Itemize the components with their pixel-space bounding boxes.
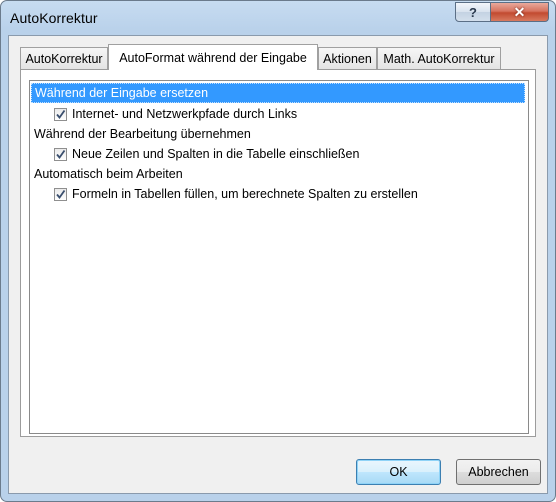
group-header-waehrend-eingabe[interactable]: Während der Eingabe ersetzen xyxy=(31,83,525,103)
options-list[interactable]: Während der Eingabe ersetzen Internet- u… xyxy=(29,80,529,434)
option-neue-zeilen-spalten[interactable]: Neue Zeilen und Spalten in die Tabelle e… xyxy=(54,144,359,164)
group-header-label: Während der Eingabe ersetzen xyxy=(35,86,209,100)
checkmark-icon xyxy=(56,189,66,199)
tab-aktionen[interactable]: Aktionen xyxy=(318,47,377,69)
tab-math-autokorrektur[interactable]: Math. AutoKorrektur xyxy=(377,47,501,69)
tab-label: AutoFormat während der Eingabe xyxy=(119,50,307,65)
checkbox-neue-zeilen-spalten[interactable] xyxy=(54,147,67,161)
tab-label: Math. AutoKorrektur xyxy=(383,51,495,66)
window-title: AutoKorrektur xyxy=(10,10,98,26)
checkmark-icon xyxy=(56,149,66,159)
checkmark-icon xyxy=(56,109,66,119)
help-button[interactable]: ? xyxy=(455,2,491,22)
option-formeln-fuellen[interactable]: Formeln in Tabellen füllen, um berechnet… xyxy=(54,184,418,204)
tab-autoformat-waehrend-eingabe[interactable]: AutoFormat während der Eingabe xyxy=(108,44,318,70)
title-bar[interactable]: AutoKorrektur ? ✕ xyxy=(1,1,555,35)
checkbox-formeln-fuellen[interactable] xyxy=(54,187,67,201)
option-label: Formeln in Tabellen füllen, um berechnet… xyxy=(72,187,418,201)
group-header-waehrend-bearbeitung[interactable]: Während der Bearbeitung übernehmen xyxy=(31,124,525,144)
tab-label: Aktionen xyxy=(323,51,372,66)
tab-autokorrektur[interactable]: AutoKorrektur xyxy=(20,47,108,69)
close-button[interactable]: ✕ xyxy=(490,2,549,22)
option-label: Internet- und Netzwerkpfade durch Links xyxy=(72,107,298,121)
option-internet-pfade[interactable]: Internet- und Netzwerkpfade durch Links xyxy=(54,104,297,124)
group-header-automatisch[interactable]: Automatisch beim Arbeiten xyxy=(31,164,525,184)
close-icon: ✕ xyxy=(513,3,526,20)
option-label: Neue Zeilen und Spalten in die Tabelle e… xyxy=(72,147,360,161)
cancel-button[interactable]: Abbrechen xyxy=(456,459,541,485)
cancel-button-label: Abbrechen xyxy=(468,465,529,479)
ok-button[interactable]: OK xyxy=(356,459,441,485)
tab-panel: Während der Eingabe ersetzen Internet- u… xyxy=(20,69,536,437)
ok-button-label: OK xyxy=(389,465,408,479)
dialog-window: AutoKorrektur ? ✕ AutoKorrektur AutoForm… xyxy=(0,0,556,502)
group-header-label: Automatisch beim Arbeiten xyxy=(34,167,183,181)
dialog-client-area: AutoKorrektur AutoFormat während der Ein… xyxy=(8,35,548,494)
group-header-label: Während der Bearbeitung übernehmen xyxy=(34,127,251,141)
tab-label: AutoKorrektur xyxy=(25,51,103,66)
checkbox-internet-pfade[interactable] xyxy=(54,107,67,121)
help-icon: ? xyxy=(469,4,477,20)
